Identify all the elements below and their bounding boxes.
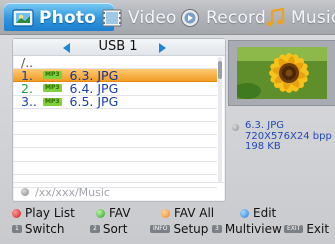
- fav-label: FAV: [109, 206, 131, 220]
- music-icon: [266, 8, 285, 27]
- button-legend: Play List FAV FAV All Edit 1 Switch 2 So…: [0, 202, 335, 244]
- record-icon: [181, 9, 199, 27]
- source-selector: USB 1: [13, 39, 225, 56]
- yellow-button-icon: [161, 208, 170, 218]
- empty-row: [13, 135, 217, 149]
- file-list: /.. 1. MP3 6.3. JPG 2. MP3 6.4. JPG 3.. …: [13, 55, 217, 188]
- switch-hint[interactable]: 1 Switch: [12, 222, 65, 236]
- exit-key-icon: EXIT: [284, 225, 304, 233]
- source-label: USB 1: [98, 39, 138, 54]
- empty-row: [13, 148, 217, 162]
- key-2-icon: 2: [90, 225, 100, 233]
- tab-record[interactable]: Record: [179, 6, 266, 30]
- multiview-label: Multiview: [224, 222, 282, 236]
- file-list-scrollbar[interactable]: [218, 57, 222, 182]
- photo-preview-frame: [228, 40, 335, 106]
- photo-icon: [12, 9, 34, 27]
- file-number: 3..: [21, 94, 37, 110]
- tab-photo-label: Photo: [39, 8, 97, 28]
- blue-button-icon: [240, 208, 249, 218]
- exit-label: Exit: [306, 222, 330, 236]
- setup-hint[interactable]: INFO Setup: [150, 222, 208, 236]
- sunflower-image: [237, 47, 327, 99]
- media-tab-bar: Photo Video Record Music: [0, 0, 335, 35]
- info-bullet-icon: [232, 124, 239, 131]
- multiview-hint[interactable]: 3 Multiview: [212, 222, 282, 236]
- fav-hint[interactable]: FAV: [96, 206, 130, 220]
- info-key-icon: INFO: [150, 225, 171, 233]
- path-bullet-icon: [21, 188, 29, 196]
- file-browser-panel: USB 1 /.. 1. MP3 6.3. JPG 2. MP3 6.4. JP…: [12, 38, 226, 202]
- fav-all-label: FAV All: [174, 206, 215, 220]
- current-path: /xx/xxx/Music: [35, 185, 110, 199]
- tab-video[interactable]: Video: [101, 6, 177, 30]
- tab-music[interactable]: Music: [264, 6, 335, 30]
- photo-info: 6.3. JPG 720X576X24 bpp 198 KB: [245, 120, 332, 153]
- fav-all-hint[interactable]: FAV All: [161, 206, 214, 220]
- file-name: 6.5. JPG: [69, 94, 119, 110]
- photo-info-size: 198 KB: [245, 141, 281, 152]
- setup-label: Setup: [173, 222, 209, 236]
- red-button-icon: [12, 208, 21, 218]
- video-icon: [102, 9, 122, 27]
- tab-video-label: Video: [128, 8, 177, 28]
- sort-label: Sort: [102, 222, 128, 236]
- empty-row: [13, 109, 217, 122]
- source-prev-arrow-icon[interactable]: [63, 43, 70, 53]
- file-type-badge: MP3: [43, 71, 62, 80]
- empty-row: [13, 122, 217, 136]
- green-button-icon: [96, 208, 105, 218]
- tab-record-label: Record: [206, 8, 266, 28]
- empty-row: [13, 162, 217, 175]
- tab-photo[interactable]: Photo: [12, 6, 96, 30]
- edit-hint[interactable]: Edit: [240, 206, 276, 220]
- switch-label: Switch: [24, 222, 65, 236]
- file-type-badge: MP3: [43, 97, 62, 106]
- play-list-hint[interactable]: Play List: [12, 206, 75, 220]
- photo-info-filename: 6.3. JPG: [245, 120, 284, 131]
- edit-label: Edit: [253, 206, 277, 220]
- photo-preview-image: [237, 47, 327, 99]
- exit-hint[interactable]: EXIT Exit: [284, 222, 329, 236]
- key-1-icon: 1: [12, 225, 22, 233]
- file-row[interactable]: 3.. MP3 6.5. JPG: [13, 94, 217, 110]
- sort-hint[interactable]: 2 Sort: [90, 222, 127, 236]
- current-path-bar: /xx/xxx/Music: [13, 182, 225, 201]
- file-type-badge: MP3: [43, 84, 62, 93]
- tab-music-label: Music: [291, 8, 335, 28]
- scrollbar-thumb[interactable]: [218, 61, 222, 79]
- play-list-label: Play List: [25, 206, 75, 220]
- key-3-icon: 3: [212, 225, 222, 233]
- source-next-arrow-icon[interactable]: [159, 43, 166, 53]
